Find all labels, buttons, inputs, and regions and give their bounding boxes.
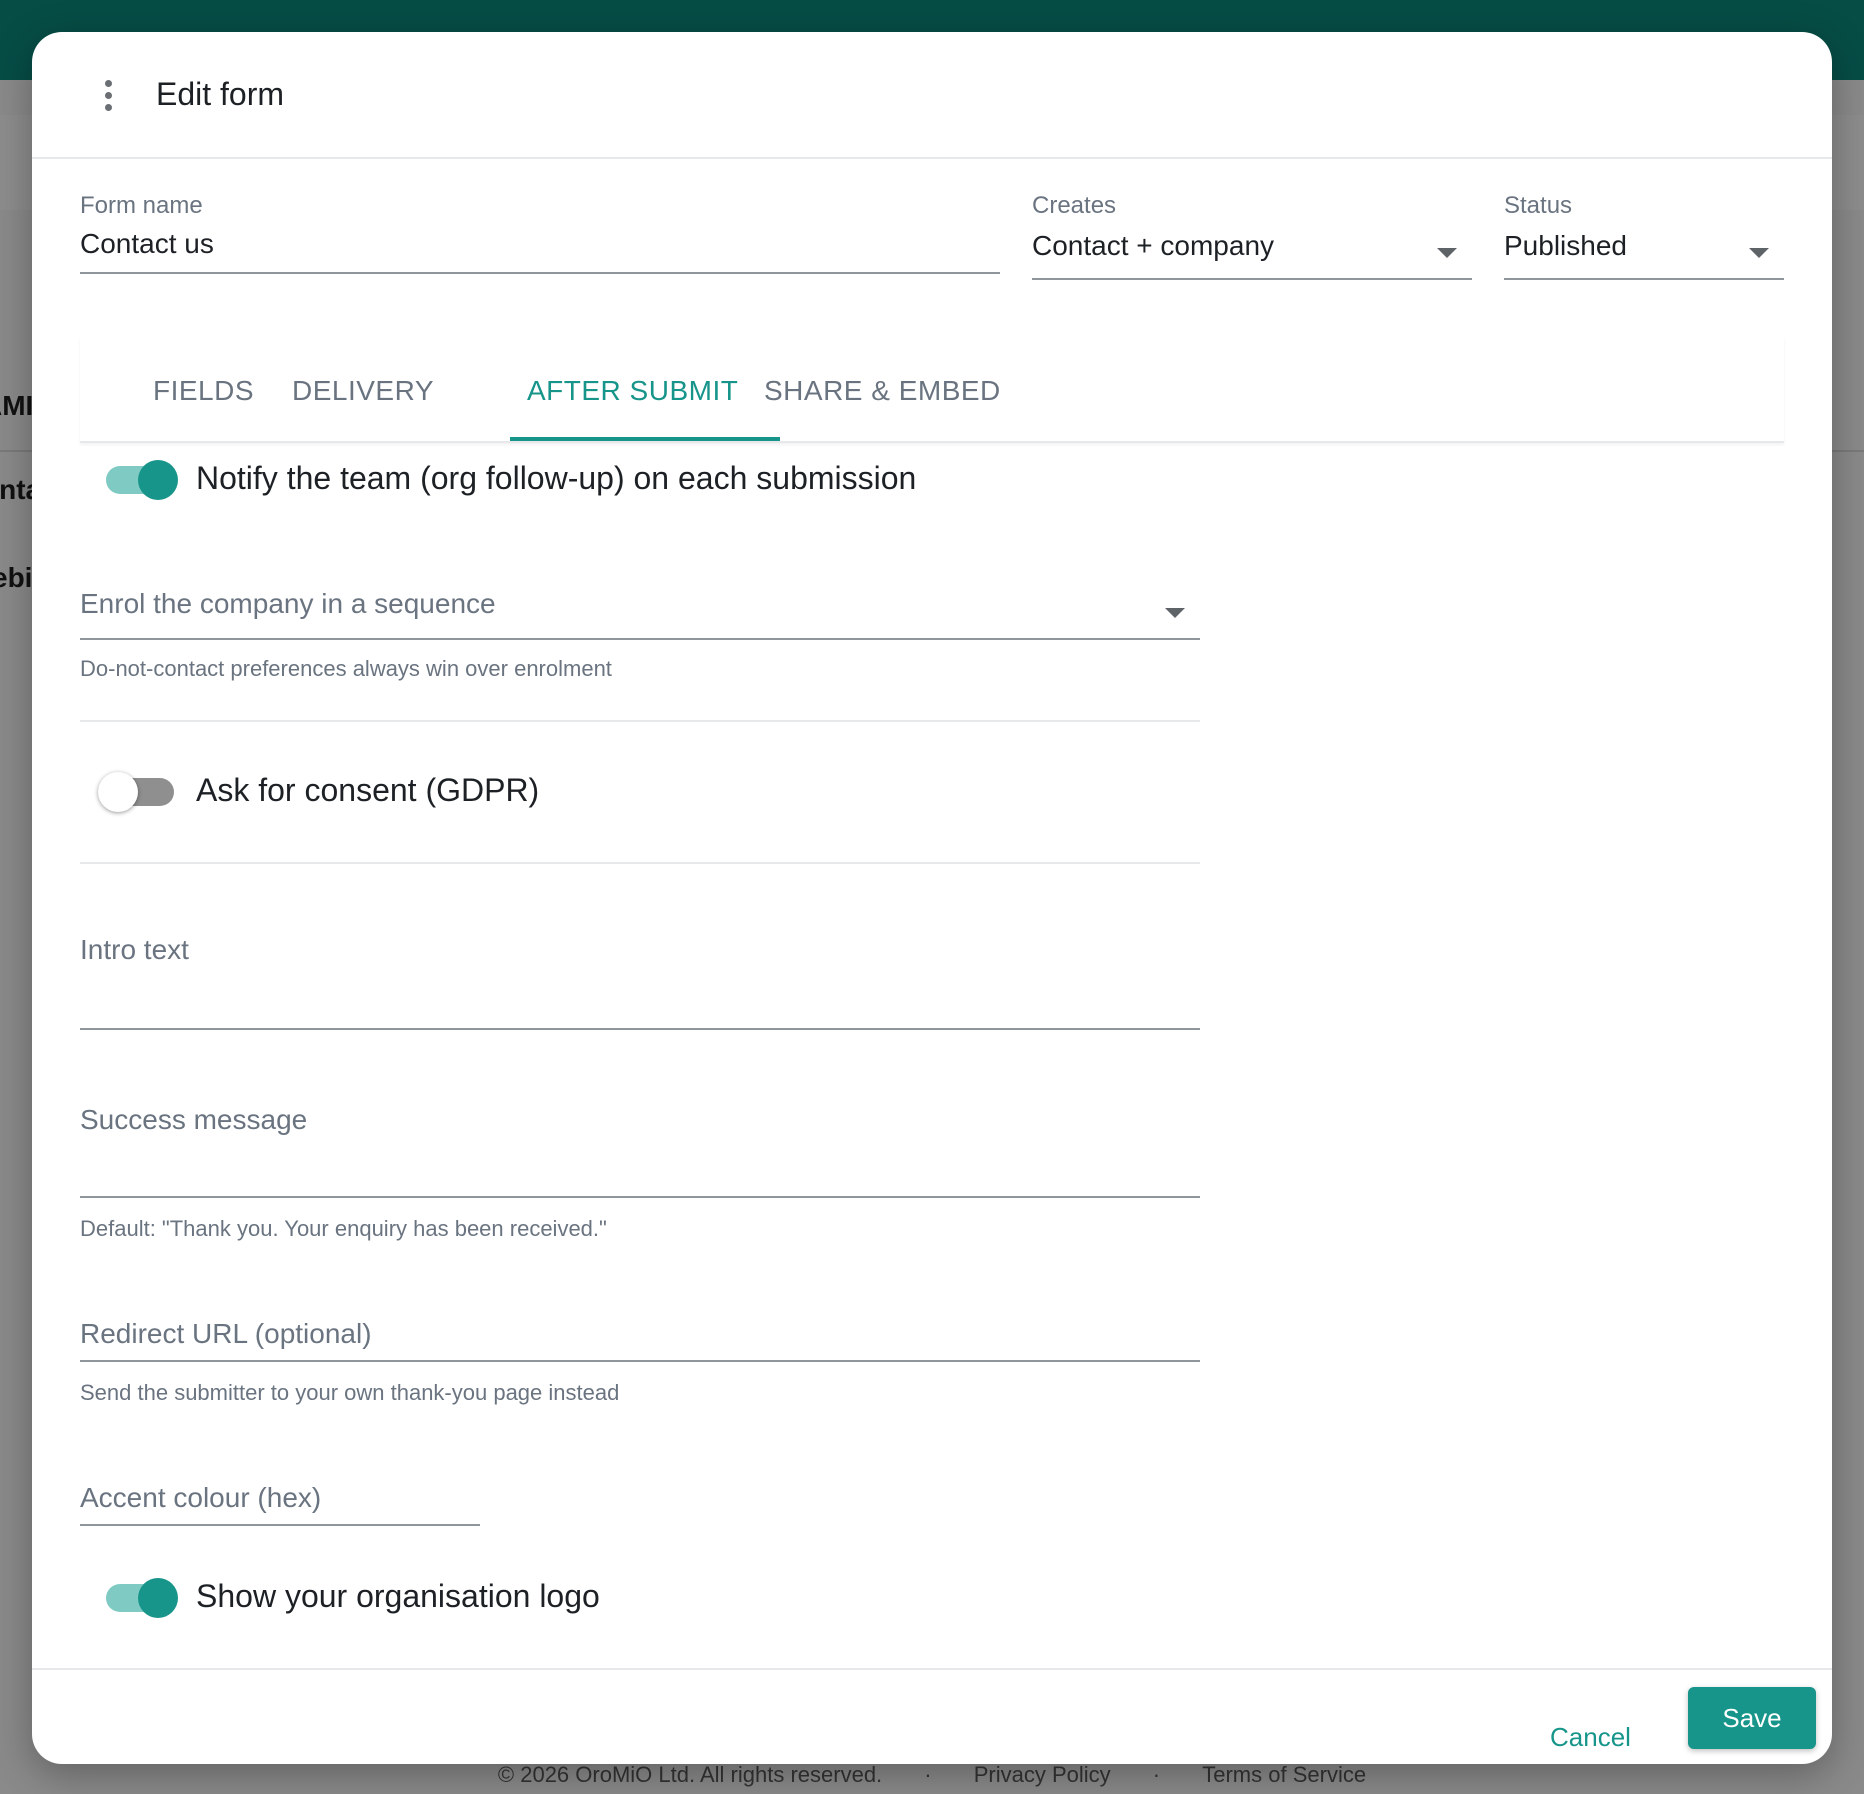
form-name-input[interactable]: Contact us (80, 228, 214, 260)
toggle-thumb (98, 772, 138, 812)
chevron-down-icon[interactable] (1165, 608, 1185, 618)
chevron-down-icon[interactable] (1749, 248, 1769, 258)
form-name-label: Form name (80, 192, 203, 219)
redirect-url-input[interactable]: Redirect URL (optional) (80, 1318, 372, 1350)
status-select[interactable]: Published (1504, 230, 1627, 262)
tab-share-embed[interactable]: SHARE & EMBED (764, 375, 1001, 407)
form-tabs: FIELDS DELIVERY AFTER SUBMIT SHARE & EMB… (80, 337, 1784, 443)
footer-separator: · (924, 1762, 932, 1787)
footer-terms-link[interactable]: Terms of Service (1202, 1762, 1366, 1787)
accent-colour-input[interactable]: Accent colour (hex) (80, 1482, 321, 1514)
success-message-helper-text: Default: "Thank you. Your enquiry has be… (80, 1216, 607, 1241)
form-name-underline (80, 272, 1000, 274)
footer-privacy-link[interactable]: Privacy Policy (974, 1762, 1111, 1787)
tab-delivery[interactable]: DELIVERY (292, 375, 434, 407)
status-label: Status (1504, 192, 1573, 219)
background-row-fragment: ebi (0, 562, 33, 593)
footer-separator: · (1152, 1762, 1161, 1787)
cancel-button[interactable]: Cancel (1550, 1722, 1631, 1753)
toggle-thumb (138, 460, 178, 500)
section-divider (80, 862, 1200, 864)
edit-form-dialog: Edit form Form name Contact us Creates C… (32, 32, 1832, 1764)
sequence-underline (80, 638, 1200, 640)
background-row-fragment: AMI (0, 390, 34, 421)
save-button[interactable]: Save (1688, 1687, 1816, 1749)
show-logo-toggle[interactable] (100, 1578, 184, 1618)
sequence-helper-text: Do-not-contact preferences always win ov… (80, 656, 612, 681)
gdpr-consent-label: Ask for consent (GDPR) (196, 772, 540, 808)
tab-after-submit[interactable]: AFTER SUBMIT (527, 375, 738, 407)
tab-fields[interactable]: FIELDS (153, 375, 254, 407)
chevron-down-icon[interactable] (1437, 248, 1457, 258)
notify-team-toggle[interactable] (100, 460, 184, 500)
success-message-underline (80, 1196, 1200, 1198)
notify-team-label: Notify the team (org follow-up) on each … (196, 460, 917, 496)
dialog-header: Edit form (32, 32, 1832, 159)
creates-select[interactable]: Contact + company (1032, 230, 1274, 262)
show-logo-label: Show your organisation logo (196, 1578, 600, 1614)
intro-text-underline (80, 1028, 1200, 1030)
creates-label: Creates (1032, 192, 1117, 219)
redirect-url-helper-text: Send the submitter to your own thank-you… (80, 1380, 620, 1405)
gdpr-consent-toggle[interactable] (98, 772, 182, 812)
section-divider (80, 720, 1200, 722)
success-message-input[interactable]: Success message (80, 1104, 307, 1136)
toggle-thumb (138, 1578, 178, 1618)
dialog-title: Edit form (156, 76, 285, 112)
redirect-url-underline (80, 1360, 1200, 1362)
active-tab-indicator (510, 437, 780, 441)
status-underline (1504, 278, 1784, 280)
more-vertical-icon[interactable] (102, 80, 114, 116)
intro-text-input[interactable]: Intro text (80, 934, 189, 966)
sequence-select[interactable]: Enrol the company in a sequence (80, 588, 496, 620)
background-footer: © 2026 OroMiO Ltd. All rights reserved. … (0, 1762, 1864, 1788)
footer-copyright: © 2026 OroMiO Ltd. All rights reserved. (497, 1762, 883, 1787)
creates-underline (1032, 278, 1472, 280)
accent-colour-underline (80, 1524, 480, 1526)
